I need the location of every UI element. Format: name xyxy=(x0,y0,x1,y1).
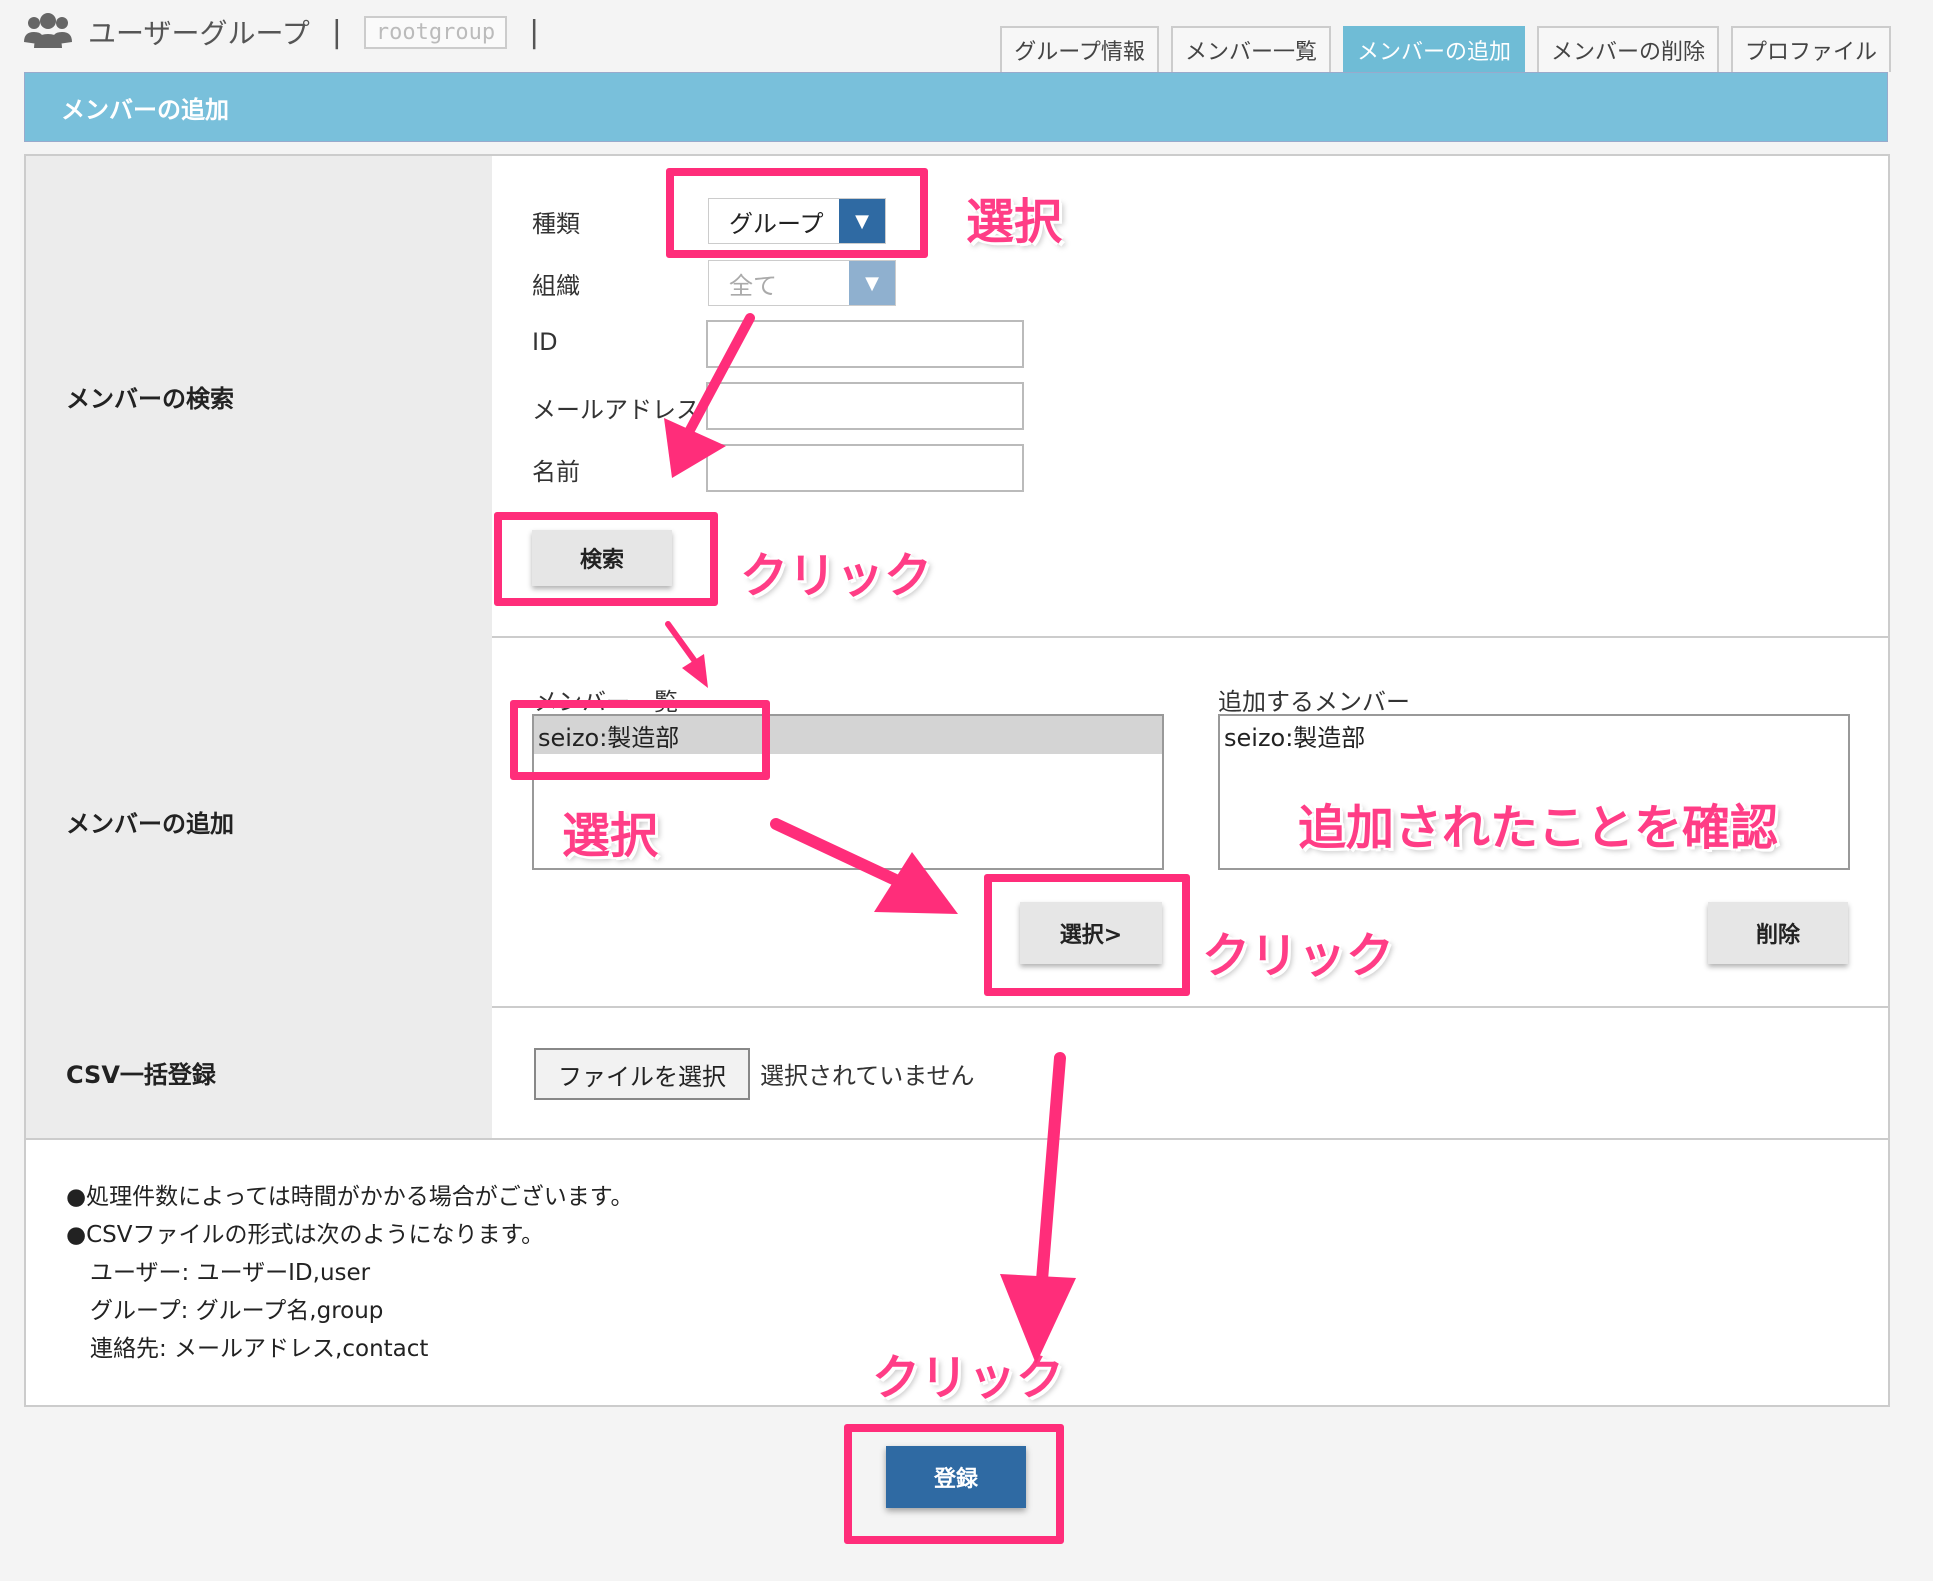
tab-member-list[interactable]: メンバー一覧 xyxy=(1170,26,1331,72)
search-section-label: メンバーの検索 xyxy=(26,156,492,636)
id-label: ID xyxy=(532,328,558,356)
email-input[interactable] xyxy=(706,382,1024,430)
users-icon xyxy=(24,13,72,48)
list-item[interactable]: seizo:製造部 xyxy=(1220,716,1848,754)
section-title-bar: メンバーの追加 xyxy=(24,72,1888,142)
org-label: 組織 xyxy=(532,272,580,300)
email-label: メールアドレス xyxy=(532,396,700,424)
tab-profile[interactable]: プロファイル xyxy=(1730,26,1891,72)
to-add-label: 追加するメンバー xyxy=(1218,688,1410,716)
search-row: メンバーの検索 種類 グループ ▼ 組織 全て ▼ ID メールアドレス 名前 … xyxy=(26,156,1888,638)
type-label: 種類 xyxy=(532,210,580,238)
org-select[interactable]: 全て ▼ xyxy=(708,260,896,306)
header-separator: | xyxy=(331,14,342,50)
note-line: ●CSVファイルの形式は次のようになります。 xyxy=(66,1222,545,1248)
tab-group-info[interactable]: グループ情報 xyxy=(1000,26,1159,72)
highlight-box xyxy=(984,874,1190,996)
file-select-button[interactable]: ファイルを選択 xyxy=(534,1048,750,1100)
tab-bar: グループ情報 メンバー一覧 メンバーの追加 メンバーの削除 プロファイル xyxy=(1000,26,1891,72)
highlight-box xyxy=(510,700,770,780)
highlight-box xyxy=(844,1424,1064,1544)
csv-section-label: CSV一括登録 xyxy=(26,1006,492,1138)
group-name-badge: rootgroup xyxy=(363,15,508,49)
id-input[interactable] xyxy=(706,320,1024,368)
notes: ●処理件数によっては時間がかかる場合がございます。 ●CSVファイルの形式は次の… xyxy=(66,1178,633,1368)
name-label: 名前 xyxy=(532,458,580,486)
annotation-click: クリック xyxy=(1202,928,1395,984)
annotation-click: クリック xyxy=(872,1350,1065,1406)
highlight-box xyxy=(666,168,928,258)
note-line: グループ: グループ名,group xyxy=(90,1298,384,1324)
highlight-box xyxy=(494,512,718,606)
annotation-select: 選択 xyxy=(966,194,1063,250)
note-line: 連絡先: メールアドレス,contact xyxy=(90,1336,429,1362)
note-line: ユーザー: ユーザーID,user xyxy=(90,1260,371,1286)
tab-remove-member[interactable]: メンバーの削除 xyxy=(1536,26,1719,72)
org-select-value: 全て xyxy=(729,271,777,300)
header: ユーザーグループ | rootgroup | xyxy=(22,10,561,54)
add-section-label: メンバーの追加 xyxy=(26,636,492,1006)
header-separator: | xyxy=(529,14,540,50)
chevron-down-icon: ▼ xyxy=(849,261,895,305)
note-line: ●処理件数によっては時間がかかる場合がございます。 xyxy=(66,1184,634,1210)
tab-add-member[interactable]: メンバーの追加 xyxy=(1342,26,1525,72)
annotation-click: クリック xyxy=(740,548,933,604)
annotation-select: 選択 xyxy=(562,808,659,864)
name-input[interactable] xyxy=(706,444,1024,492)
page-header-title: ユーザーグループ xyxy=(88,17,310,50)
csv-row: CSV一括登録 ファイルを選択 選択されていません xyxy=(26,1006,1888,1140)
annotation-confirm: 追加されたことを確認 xyxy=(1298,800,1779,856)
section-title: メンバーの追加 xyxy=(61,95,229,124)
member-form: メンバーの検索 種類 グループ ▼ 組織 全て ▼ ID メールアドレス 名前 … xyxy=(24,154,1890,1407)
file-status: 選択されていません xyxy=(760,1062,975,1090)
delete-button[interactable]: 削除 xyxy=(1708,902,1848,964)
